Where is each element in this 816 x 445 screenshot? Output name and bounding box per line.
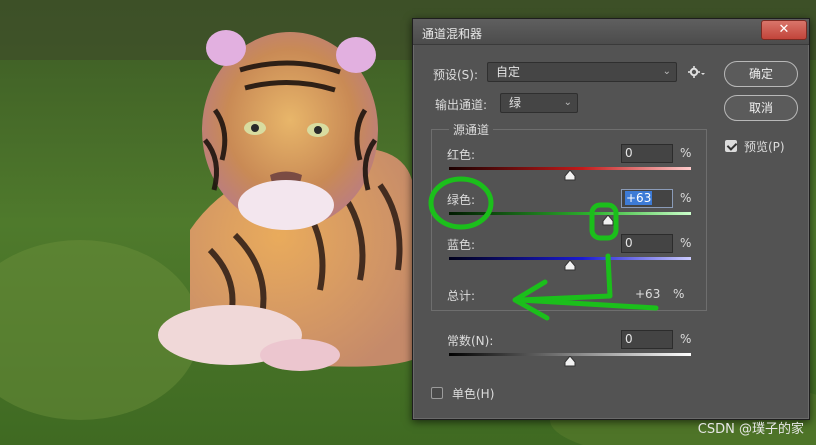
ok-button[interactable]: 确定 <box>724 61 798 87</box>
constant-value-input[interactable]: 0 <box>621 330 673 349</box>
red-value: 0 <box>625 146 633 160</box>
blue-value-input[interactable]: 0 <box>621 234 673 253</box>
preview-checkbox[interactable] <box>725 140 737 152</box>
watermark: CSDN @璞子的家 <box>697 422 804 437</box>
dialog-title: 通道混和器 <box>422 27 483 41</box>
green-slider-track[interactable] <box>449 212 691 215</box>
chevron-down-icon: ⌄ <box>662 66 671 77</box>
close-button[interactable]: ✕ <box>761 20 807 40</box>
constant-value: 0 <box>625 332 633 346</box>
monochrome-label: 单色(H) <box>452 387 495 401</box>
preset-value: 自定 <box>496 65 521 79</box>
close-icon: ✕ <box>778 22 790 37</box>
red-unit: % <box>680 146 692 160</box>
output-channel-label: 输出通道: <box>435 98 488 112</box>
preset-select[interactable]: 自定 ⌄ <box>487 62 677 82</box>
red-channel-label: 红色: <box>447 148 476 162</box>
channel-mixer-dialog: 通道混和器 ✕ 预设(S): 自定 ⌄ 输出通道: 绿 ⌄ 确定 取消 预览(P… <box>412 18 810 420</box>
dialog-titlebar[interactable]: 通道混和器 ✕ <box>413 19 809 45</box>
constant-unit: % <box>680 332 692 346</box>
preset-options-button[interactable] <box>688 65 708 81</box>
monochrome-checkbox[interactable] <box>431 387 443 399</box>
output-channel-value: 绿 <box>509 96 522 110</box>
preset-label: 预设(S): <box>433 68 479 82</box>
total-unit: % <box>673 287 685 301</box>
red-value-input[interactable]: 0 <box>621 144 673 163</box>
constant-label: 常数(N): <box>447 334 494 348</box>
green-value-input[interactable]: +63 <box>621 189 673 208</box>
chevron-down-icon: ⌄ <box>563 97 572 108</box>
total-value: +63 <box>635 287 661 301</box>
green-value: +63 <box>625 191 653 205</box>
total-label: 总计: <box>447 289 476 303</box>
output-channel-select[interactable]: 绿 ⌄ <box>500 93 578 113</box>
blue-unit: % <box>680 236 692 250</box>
green-channel-label: 绿色: <box>447 193 476 207</box>
blue-value: 0 <box>625 236 633 250</box>
preview-label: 预览(P) <box>744 140 785 154</box>
gear-icon <box>688 66 705 78</box>
source-channels-title: 源通道 <box>449 121 494 138</box>
blue-channel-label: 蓝色: <box>447 238 476 252</box>
cancel-button[interactable]: 取消 <box>724 95 798 121</box>
green-unit: % <box>680 191 692 205</box>
